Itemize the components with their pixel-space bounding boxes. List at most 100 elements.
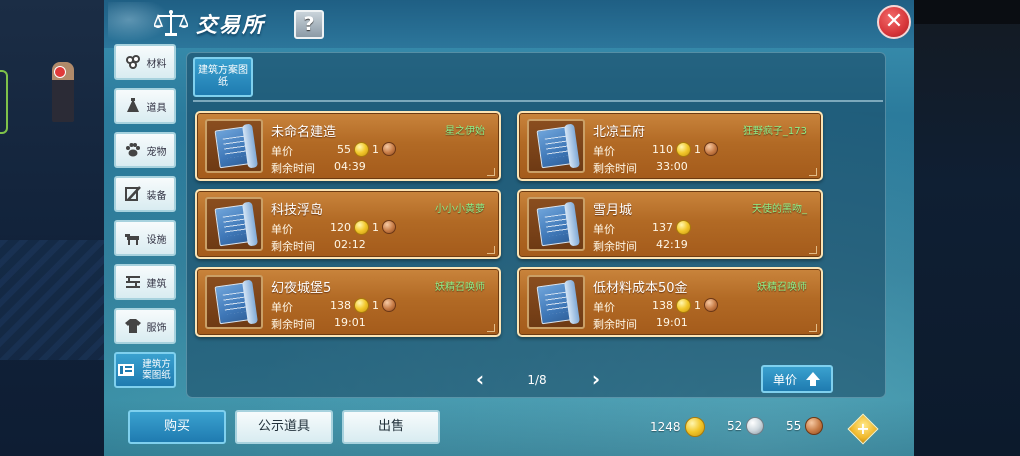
tab-equipment-label: 装备 <box>146 190 167 202</box>
card-corner <box>487 324 495 332</box>
listing-name: 未命名建造 <box>271 125 337 140</box>
time-left-value: 02:12 <box>334 238 366 251</box>
pagination: ‹ 1/8 › <box>471 369 605 391</box>
price-label: 单价 <box>271 145 293 158</box>
listing-seller: 狂野疯子_173 <box>742 126 807 137</box>
copper-coin-icon <box>704 298 718 312</box>
time-left-value: 04:39 <box>334 160 366 173</box>
price-row: 138 1 <box>315 296 396 314</box>
price-label: 单价 <box>593 145 615 158</box>
price-value: 120 <box>330 220 351 234</box>
sub-tab-divider <box>193 100 883 102</box>
listing-card[interactable]: 未命名建造 星之伊始 单价 55 1 剩余时间 04:39 <box>195 111 501 181</box>
time-left-value: 42:19 <box>656 238 688 251</box>
card-corner <box>809 246 817 254</box>
equipment-icon <box>124 186 141 201</box>
card-corner <box>809 324 817 332</box>
copper-coin-icon <box>382 220 396 234</box>
copper-value: 1 <box>372 142 379 156</box>
blueprint-thumbnail <box>527 275 585 329</box>
time-left-value: 19:01 <box>656 316 688 329</box>
copper-coin-icon <box>382 142 396 156</box>
listing-card[interactable]: 雪月城 天使的黑吻_ 单价 137 剩余时间 42:19 <box>517 189 823 259</box>
copper-coin-icon <box>805 417 824 435</box>
help-button[interactable]: ? <box>294 10 324 39</box>
sub-tab-blueprints[interactable]: 建筑方案图纸 <box>193 57 253 97</box>
blueprint-icon <box>117 364 134 376</box>
tab-facilities-label: 设施 <box>146 234 167 246</box>
paw-icon <box>125 143 140 157</box>
copper-value: 1 <box>694 298 701 312</box>
listing-seller: 妖精召唤师 <box>757 282 807 293</box>
copper-value: 1 <box>372 220 379 234</box>
gold-coin-icon <box>676 219 691 235</box>
buy-button[interactable]: 购买 <box>128 410 226 444</box>
time-label: 剩余时间 <box>271 318 315 331</box>
price-value: 110 <box>652 142 673 156</box>
gold-amount: 1248 <box>650 420 681 434</box>
tab-buildings[interactable]: 建筑 <box>114 264 176 300</box>
listing-panel: 建筑方案图纸 未命名建造 星之伊始 单价 55 1 剩余时间 04:39 北凉王… <box>186 52 886 398</box>
blueprint-thumbnail <box>527 119 585 173</box>
screen-edge-indicator <box>0 70 8 134</box>
listing-card[interactable]: 北凉王府 狂野疯子_173 单价 110 1 剩余时间 33:00 <box>517 111 823 181</box>
tab-facilities[interactable]: 设施 <box>114 220 176 256</box>
title-bar: 交易所 ? ✕ <box>104 0 914 48</box>
next-page-button[interactable]: › <box>587 369 605 391</box>
copper-coin-icon <box>382 298 396 312</box>
silver-balance: 52 <box>727 417 765 435</box>
price-value: 138 <box>652 298 673 312</box>
gold-coin-icon <box>354 219 369 235</box>
display-items-button[interactable]: 公示道具 <box>235 410 333 444</box>
listing-seller: 小小小黄萝 <box>435 204 485 215</box>
price-row: 138 1 <box>637 296 718 314</box>
copper-value: 1 <box>372 298 379 312</box>
item-icon <box>126 98 139 112</box>
tab-clothing[interactable]: 服饰 <box>114 308 176 344</box>
background-pattern <box>0 240 108 360</box>
facility-icon <box>124 234 139 245</box>
listing-card[interactable]: 科技浮岛 小小小黄萝 单价 120 1 剩余时间 02:12 <box>195 189 501 259</box>
listing-card[interactable]: 幻夜城堡5 妖精召唤师 单价 138 1 剩余时间 19:01 <box>195 267 501 337</box>
tab-materials[interactable]: 材料 <box>114 44 176 80</box>
add-currency-button[interactable]: + <box>847 413 879 445</box>
background-top-strip <box>910 0 1020 24</box>
tab-equipment[interactable]: 装备 <box>114 176 176 212</box>
time-label: 剩余时间 <box>593 162 637 175</box>
price-value: 138 <box>330 298 351 312</box>
sell-button[interactable]: 出售 <box>342 410 440 444</box>
tab-blueprints-label: 建筑方案图纸 <box>142 359 171 381</box>
prev-page-button[interactable]: ‹ <box>471 369 489 391</box>
listing-name: 低材料成本50金 <box>593 281 688 296</box>
copper-amount: 55 <box>786 419 802 433</box>
tab-pets-label: 宠物 <box>146 146 167 158</box>
listing-seller: 星之伊始 <box>445 126 485 137</box>
time-label: 剩余时间 <box>271 240 315 253</box>
plus-icon: + <box>856 419 870 438</box>
gold-coin-icon <box>354 297 369 313</box>
tab-blueprints[interactable]: 建筑方案图纸 <box>114 352 176 388</box>
gold-balance: 1248 <box>650 417 705 437</box>
time-label: 剩余时间 <box>593 318 637 331</box>
bottom-bar: 购买 公示道具 出售 1248 52 55 + <box>104 400 914 456</box>
blueprint-thumbnail <box>205 197 263 251</box>
copper-value: 1 <box>694 142 701 156</box>
listing-name: 幻夜城堡5 <box>271 281 332 296</box>
price-value: 137 <box>652 220 673 234</box>
price-row: 120 1 <box>315 218 396 236</box>
sort-by-price-button[interactable]: 单价 <box>761 365 833 393</box>
silver-coin-icon <box>746 417 765 435</box>
tab-items[interactable]: 道具 <box>114 88 176 124</box>
tab-pets[interactable]: 宠物 <box>114 132 176 168</box>
sort-label: 单价 <box>772 372 797 387</box>
price-row: 55 1 <box>315 140 396 158</box>
tab-clothing-label: 服饰 <box>146 322 167 334</box>
price-label: 单价 <box>271 223 293 236</box>
gold-coin-icon <box>676 297 691 313</box>
listing-card[interactable]: 低材料成本50金 妖精召唤师 单价 138 1 剩余时间 19:01 <box>517 267 823 337</box>
blueprint-thumbnail <box>527 197 585 251</box>
card-corner <box>487 246 495 254</box>
notification-badge <box>54 66 66 78</box>
price-value: 55 <box>337 142 351 156</box>
close-button[interactable]: ✕ <box>877 5 911 39</box>
